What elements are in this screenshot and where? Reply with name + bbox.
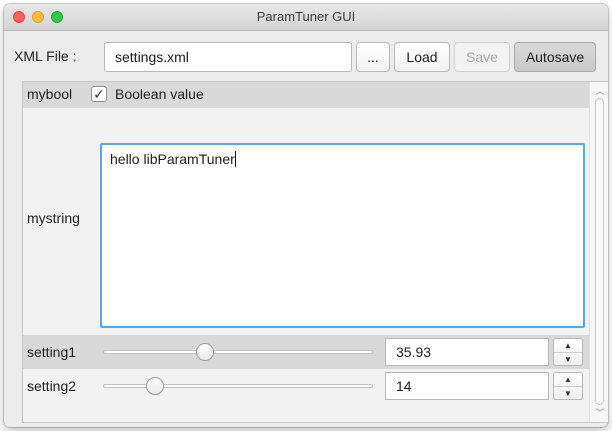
setting1-value-field[interactable]: 35.93 (385, 338, 549, 366)
save-button[interactable]: Save (454, 42, 510, 72)
setting1-label: setting1 (27, 344, 77, 360)
scroll-down-icon[interactable]: ﹀ (594, 408, 606, 418)
setting1-spinner[interactable]: ▲ ▼ (553, 338, 583, 366)
mybool-description: Boolean value (115, 86, 204, 102)
title-bar: ParamTuner GUI (4, 4, 608, 31)
mybool-label: mybool (27, 86, 73, 102)
parameters-panel: mybool ✓ Boolean value mystring hello li… (22, 81, 608, 423)
setting2-value-field[interactable]: 14 (385, 372, 549, 400)
autosave-toggle-button[interactable]: Autosave (514, 42, 596, 72)
setting2-decrement-icon[interactable]: ▼ (554, 386, 582, 400)
window-title: ParamTuner GUI (256, 9, 356, 24)
mystring-label: mystring (27, 210, 80, 226)
xml-file-label: XML File : (14, 48, 77, 64)
setting1-slider-thumb[interactable] (196, 343, 215, 361)
setting2-slider-thumb[interactable] (145, 377, 164, 395)
setting1-slider-track[interactable] (103, 350, 373, 354)
setting2-increment-icon[interactable]: ▲ (554, 373, 582, 386)
param-row-mybool: mybool ✓ Boolean value (23, 82, 589, 108)
param-row-setting1: setting1 35.93 ▲ ▼ (23, 335, 589, 369)
load-button[interactable]: Load (394, 42, 450, 72)
setting2-slider-track[interactable] (103, 384, 373, 388)
setting1-increment-icon[interactable]: ▲ (554, 339, 582, 352)
browse-button[interactable]: ... (356, 42, 390, 72)
mystring-text: hello libParamTuner (110, 151, 235, 167)
app-window: ParamTuner GUI XML File : settings.xml .… (4, 4, 608, 427)
mybool-checkbox[interactable]: ✓ (91, 86, 107, 102)
setting2-spinner[interactable]: ▲ ▼ (553, 372, 583, 400)
vertical-scrollbar[interactable]: ︿ ﹀ (589, 82, 608, 422)
mystring-textarea[interactable]: hello libParamTuner (100, 143, 585, 328)
setting1-decrement-icon[interactable]: ▼ (554, 352, 582, 366)
param-row-setting2: setting2 14 ▲ ▼ (23, 369, 589, 403)
text-caret (234, 151, 236, 167)
setting2-label: setting2 (27, 378, 77, 394)
xml-file-input[interactable]: settings.xml (104, 42, 352, 72)
scrollbar-thumb[interactable] (595, 98, 604, 405)
scroll-up-icon[interactable]: ︿ (594, 86, 606, 96)
